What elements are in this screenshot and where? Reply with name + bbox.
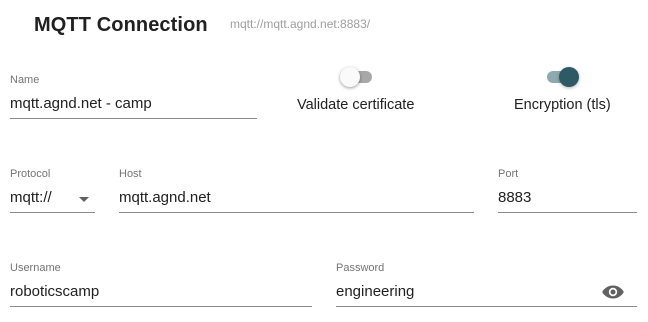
port-underline	[498, 212, 637, 213]
name-label: Name	[10, 74, 40, 86]
host-underline	[119, 212, 474, 213]
connection-url: mqtt://mqtt.agnd.net:8883/	[230, 17, 371, 31]
username-underline	[10, 306, 312, 307]
name-field[interactable]: Name mqtt.agnd.net - camp	[10, 72, 257, 120]
encryption-toggle[interactable]	[547, 67, 583, 87]
validate-certificate-label: Validate certificate	[297, 97, 415, 113]
port-input[interactable]: 8883	[498, 189, 531, 206]
password-underline	[336, 306, 637, 307]
validate-certificate-toggle[interactable]	[340, 67, 376, 87]
encryption-thumb	[559, 67, 579, 87]
port-label: Port	[498, 168, 519, 180]
encryption-label: Encryption (tls)	[514, 97, 611, 113]
username-label: Username	[10, 262, 61, 274]
password-label: Password	[336, 262, 385, 274]
page-title: MQTT Connection	[34, 14, 208, 36]
chevron-down-icon[interactable]	[79, 197, 89, 202]
username-input[interactable]: roboticscamp	[10, 283, 99, 300]
validate-certificate-thumb	[340, 67, 360, 87]
protocol-underline	[10, 212, 95, 213]
password-input[interactable]: engineering	[336, 283, 414, 300]
password-field[interactable]: Password engineering	[336, 260, 637, 308]
port-field[interactable]: Port 8883	[498, 166, 637, 214]
eye-icon[interactable]	[601, 282, 625, 302]
protocol-value: mqtt://	[10, 189, 52, 206]
host-label: Host	[119, 168, 142, 180]
name-underline	[10, 118, 257, 119]
host-input[interactable]: mqtt.agnd.net	[119, 189, 211, 206]
protocol-label: Protocol	[10, 168, 51, 180]
protocol-select[interactable]: Protocol mqtt://	[10, 166, 95, 214]
username-field[interactable]: Username roboticscamp	[10, 260, 312, 308]
name-input[interactable]: mqtt.agnd.net - camp	[10, 95, 152, 112]
host-field[interactable]: Host mqtt.agnd.net	[119, 166, 474, 214]
